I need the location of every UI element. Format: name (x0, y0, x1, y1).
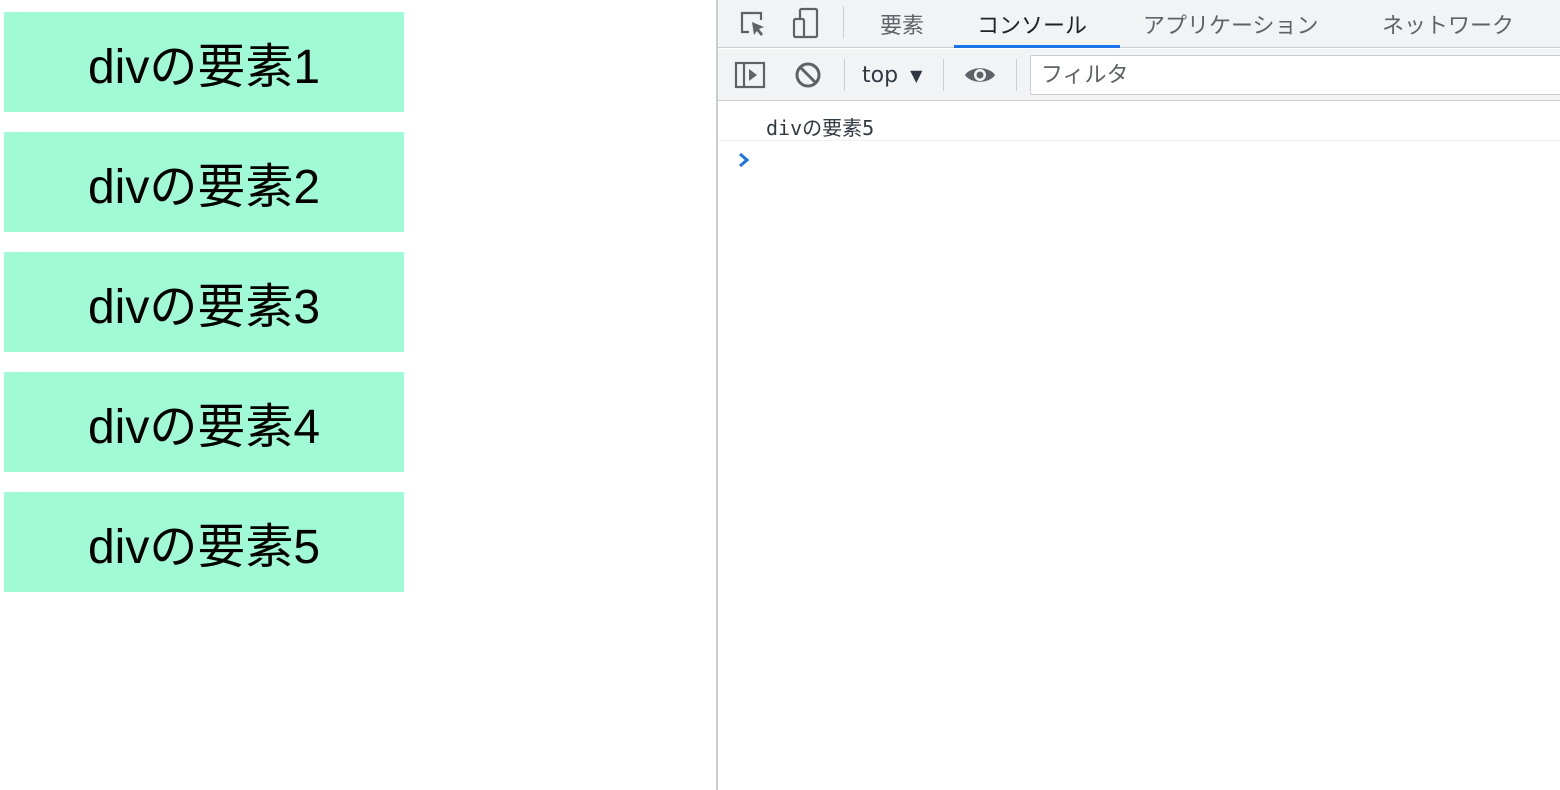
tab-application[interactable]: アプリケーション (1143, 0, 1319, 48)
inspect-element-icon (740, 11, 764, 36)
device-toolbar-button[interactable] (788, 6, 824, 40)
tab-console[interactable]: コンソール (977, 0, 1087, 48)
console-message: divの要素5 (718, 104, 1560, 141)
dropdown-triangle-icon: ▼ (910, 65, 923, 85)
div-element-2: divの要素2 (4, 132, 404, 232)
console-message-text: divの要素5 (766, 116, 875, 140)
show-sidebar-button[interactable] (732, 58, 768, 92)
live-expression-button[interactable] (962, 58, 998, 92)
div-element-3: divの要素3 (4, 252, 404, 352)
javascript-context-select[interactable]: top ▼ (862, 59, 922, 91)
clear-console-button[interactable] (790, 58, 826, 92)
tab-network[interactable]: ネットワーク (1382, 0, 1514, 48)
page-viewport: divの要素1 divの要素2 divの要素3 divの要素4 divの要素5 (0, 0, 716, 790)
toolbar-divider (844, 59, 845, 91)
console-prompt-chevron-icon (739, 152, 750, 168)
toolbar-divider (1016, 59, 1017, 91)
clear-console-icon (795, 62, 821, 88)
device-toolbar-icon (792, 7, 819, 39)
tabbar-divider (843, 6, 844, 38)
live-expression-icon (965, 68, 995, 82)
devtools-tabbar: 要素 コンソール アプリケーション ネットワーク (718, 0, 1560, 48)
app-window: divの要素1 divの要素2 divの要素3 divの要素4 divの要素5 … (0, 0, 1560, 790)
context-value: top (862, 62, 899, 88)
div-element-5: divの要素5 (4, 492, 404, 592)
div-element-4: divの要素4 (4, 372, 404, 472)
show-sidebar-icon (734, 61, 766, 89)
div-element-1: divの要素1 (4, 12, 404, 112)
console-output: divの要素5 (718, 104, 1560, 790)
console-filter-input[interactable] (1030, 55, 1560, 95)
tab-elements[interactable]: 要素 (880, 0, 924, 48)
devtools-panel: 要素 コンソール アプリケーション ネットワーク top ▼ フィルタ divの… (716, 0, 1560, 790)
inspect-element-button[interactable] (734, 6, 770, 40)
console-prompt[interactable] (718, 142, 1560, 182)
console-toolbar: top ▼ (718, 49, 1560, 101)
active-tab-indicator (954, 45, 1120, 48)
toolbar-divider (943, 59, 944, 91)
